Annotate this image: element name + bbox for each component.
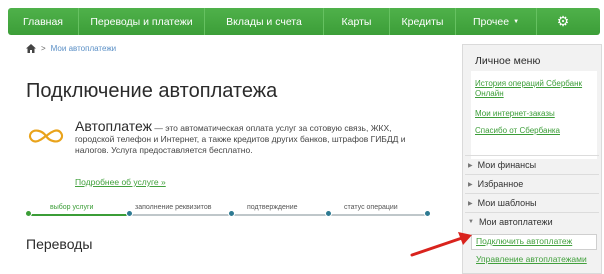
step-dot-4 [325, 210, 332, 217]
menu-section-label: Мои шаблоны [477, 198, 537, 208]
nav-item-more[interactable]: Прочее ▼ [456, 8, 537, 35]
internet-orders-link[interactable]: Мои интернет-заказы [475, 109, 555, 119]
breadcrumb-separator: > [41, 44, 46, 53]
menu-section-favorites[interactable]: ▶ Избранное [465, 174, 599, 193]
breadcrumb-current[interactable]: Мои автоплатежи [51, 44, 116, 53]
home-icon[interactable] [26, 44, 36, 53]
step-label-fill-details: заполнение реквизитов [133, 204, 214, 211]
autopay-description: Автоплатеж — это автоматическая оплата у… [75, 118, 430, 156]
connect-autopay-link[interactable]: Подключить автоплатеж [476, 236, 572, 246]
nav-item-transfers[interactable]: Переводы и платежи [79, 8, 205, 35]
step-label-operation-status: статус операции [342, 204, 400, 211]
personal-menu-links: История операций Сбербанк Онлайн Мои инт… [471, 71, 597, 159]
menu-section-templates[interactable]: ▶ Мои шаблоны [465, 193, 599, 212]
caret-down-icon: ▼ [513, 18, 520, 25]
manage-autopay-link[interactable]: Управление автоплатежами [476, 254, 587, 264]
spasibo-link[interactable]: Спасибо от Сбербанка [475, 126, 560, 136]
infinity-icon [28, 129, 64, 143]
step-dot-2 [126, 210, 133, 217]
personal-menu-title: Личное меню [475, 55, 541, 67]
menu-section-autopayments[interactable]: ▼ Мои автоплатежи [465, 212, 599, 231]
red-arrow-annotation [410, 232, 472, 257]
menu-section-label: Мои финансы [477, 160, 537, 170]
top-navigation: Главная Переводы и платежи Вклады и счет… [8, 8, 600, 35]
step-label-confirmation: подтверждение [245, 204, 300, 211]
page-title: Подключение автоплатежа [26, 80, 278, 102]
breadcrumb: > Мои автоплатежи [26, 44, 116, 53]
step-dot-3 [228, 210, 235, 217]
triangle-right-icon: ▶ [468, 181, 473, 188]
section-title-transfers: Переводы [26, 236, 93, 252]
step-dot-5 [424, 210, 431, 217]
menu-section-finances[interactable]: ▶ Мои финансы [465, 155, 599, 174]
step-label-select-service: выбор услуги [48, 204, 96, 211]
nav-item-deposits[interactable]: Вклады и счета [205, 8, 324, 35]
menu-section-label: Мои автоплатежи [478, 217, 553, 227]
step-dot-1 [25, 210, 32, 217]
nav-item-more-label: Прочее [472, 15, 510, 28]
nav-item-cards[interactable]: Карты [324, 8, 390, 35]
personal-menu: Личное меню История операций Сбербанк Он… [462, 44, 602, 274]
triangle-right-icon: ▶ [468, 200, 473, 207]
settings-button[interactable]: ⚙ [537, 8, 589, 35]
triangle-right-icon: ▶ [468, 162, 473, 169]
autopay-name: Автоплатеж [75, 118, 152, 134]
more-about-service-link[interactable]: Подробнее об услуге » [75, 177, 166, 187]
nav-item-home[interactable]: Главная [8, 8, 79, 35]
steps-progress-bar [27, 214, 130, 216]
history-link[interactable]: История операций Сбербанк Онлайн [475, 79, 595, 99]
menu-section-label: Избранное [477, 179, 524, 189]
nav-item-credits[interactable]: Кредиты [390, 8, 456, 35]
gear-icon: ⚙ [556, 13, 570, 29]
